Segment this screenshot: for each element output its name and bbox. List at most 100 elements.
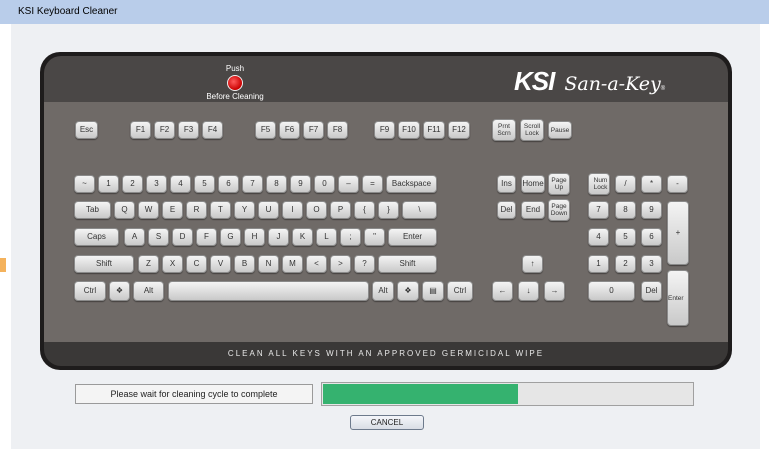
key-u: U bbox=[258, 201, 279, 219]
brand-logo: KSI San-a-Key® bbox=[514, 66, 665, 96]
key-z: Z bbox=[138, 255, 159, 273]
key-l: L bbox=[316, 228, 337, 246]
key-prtscrn: Prnt Scrn bbox=[492, 119, 516, 141]
key-left: ← bbox=[492, 281, 513, 301]
key-s: S bbox=[148, 228, 169, 246]
key-enter: Enter bbox=[388, 228, 437, 246]
key-end: End bbox=[521, 201, 545, 219]
key-n1: 1 bbox=[98, 175, 119, 193]
key-f4: F4 bbox=[202, 121, 223, 139]
key-numslash: / bbox=[615, 175, 636, 193]
key-num2: 2 bbox=[615, 255, 636, 273]
key-c: C bbox=[186, 255, 207, 273]
key-y: Y bbox=[234, 201, 255, 219]
key-ins: Ins bbox=[497, 175, 516, 193]
key-question: ? bbox=[354, 255, 375, 273]
key-f7: F7 bbox=[303, 121, 324, 139]
key-numplus: + bbox=[667, 201, 689, 265]
key-numminus: - bbox=[667, 175, 688, 193]
key-pageup: Page Up bbox=[548, 173, 570, 195]
key-lwin: ❖ bbox=[109, 281, 130, 301]
key-tab: Tab bbox=[74, 201, 111, 219]
keyboard-key-area: Esc F1 F2 F3 F4 F5 F6 F7 F8 F9 F10 F11 F12 Prnt Scrn S… bbox=[44, 102, 728, 342]
key-lalt: Alt bbox=[133, 281, 164, 301]
key-num3: 3 bbox=[641, 255, 662, 273]
push-button-icon[interactable] bbox=[227, 75, 243, 91]
keyboard-footer: CLEAN ALL KEYS WITH AN APPROVED GERMICID… bbox=[44, 342, 728, 366]
keyboard-image: Push Before Cleaning KSI San-a-Key® Esc F1… bbox=[40, 52, 732, 370]
key-rbracket: } bbox=[378, 201, 399, 219]
key-f3: F3 bbox=[178, 121, 199, 139]
key-pause: Pause bbox=[548, 121, 572, 139]
key-pagedown: Page Down bbox=[548, 199, 570, 221]
key-num1: 1 bbox=[588, 255, 609, 273]
key-n6: 6 bbox=[218, 175, 239, 193]
key-lshift: Shift bbox=[74, 255, 134, 273]
key-v: V bbox=[210, 255, 231, 273]
key-f10: F10 bbox=[398, 121, 420, 139]
cancel-button[interactable]: CANCEL bbox=[350, 415, 424, 430]
key-del: Del bbox=[497, 201, 516, 219]
progress-fill bbox=[323, 384, 518, 404]
key-j: J bbox=[268, 228, 289, 246]
key-h: H bbox=[244, 228, 265, 246]
key-k: K bbox=[292, 228, 313, 246]
key-w: W bbox=[138, 201, 159, 219]
key-num6: 6 bbox=[641, 228, 662, 246]
key-rctrl: Ctrl bbox=[447, 281, 473, 301]
key-f6: F6 bbox=[279, 121, 300, 139]
key-f1: F1 bbox=[130, 121, 151, 139]
key-esc: Esc bbox=[75, 121, 98, 139]
key-numstar: * bbox=[641, 175, 662, 193]
key-home: Home bbox=[521, 175, 545, 193]
key-m: M bbox=[282, 255, 303, 273]
key-menu: ▤ bbox=[422, 281, 444, 301]
key-semicolon: ; bbox=[340, 228, 361, 246]
key-n4: 4 bbox=[170, 175, 191, 193]
key-num5: 5 bbox=[615, 228, 636, 246]
key-up: ↑ bbox=[522, 255, 543, 273]
key-minus: – bbox=[338, 175, 359, 193]
key-backspace: Backspace bbox=[386, 175, 437, 193]
key-n3: 3 bbox=[146, 175, 167, 193]
key-num0: 0 bbox=[588, 281, 635, 301]
footer-instruction: CLEAN ALL KEYS WITH AN APPROVED GERMICID… bbox=[227, 349, 545, 358]
key-d: D bbox=[172, 228, 193, 246]
key-scrolllock: Scroll Lock bbox=[520, 119, 544, 141]
key-t: T bbox=[210, 201, 231, 219]
key-n7: 7 bbox=[242, 175, 263, 193]
orange-accent bbox=[0, 258, 6, 272]
key-x: X bbox=[162, 255, 183, 273]
window-title: KSI Keyboard Cleaner bbox=[18, 6, 118, 17]
key-down: ↓ bbox=[518, 281, 539, 301]
key-ralt: Alt bbox=[372, 281, 394, 301]
key-e: E bbox=[162, 201, 183, 219]
logo-ksi: KSI bbox=[514, 66, 555, 96]
key-right: → bbox=[544, 281, 565, 301]
key-i: I bbox=[282, 201, 303, 219]
key-g: G bbox=[220, 228, 241, 246]
key-rshift: Shift bbox=[378, 255, 437, 273]
push-caption: Before Cleaning bbox=[206, 92, 264, 101]
key-quote: " bbox=[364, 228, 385, 246]
key-num9: 9 bbox=[641, 201, 662, 219]
key-space bbox=[168, 281, 369, 301]
key-f8: F8 bbox=[327, 121, 348, 139]
push-before-cleaning: Push Before Cleaning bbox=[200, 64, 270, 101]
key-a: A bbox=[124, 228, 145, 246]
key-num4: 4 bbox=[588, 228, 609, 246]
key-n: N bbox=[258, 255, 279, 273]
key-num7: 7 bbox=[588, 201, 609, 219]
logo-mark: ® bbox=[660, 86, 666, 92]
cleaning-progress-bar bbox=[321, 382, 694, 406]
key-f5: F5 bbox=[255, 121, 276, 139]
key-n8: 8 bbox=[266, 175, 287, 193]
key-numenter: Enter bbox=[667, 270, 689, 326]
key-tilde: ~ bbox=[74, 175, 95, 193]
key-f9: F9 bbox=[374, 121, 395, 139]
key-p: P bbox=[330, 201, 351, 219]
key-num8: 8 bbox=[615, 201, 636, 219]
key-lctrl: Ctrl bbox=[74, 281, 106, 301]
key-r: R bbox=[186, 201, 207, 219]
key-n0: 0 bbox=[314, 175, 335, 193]
